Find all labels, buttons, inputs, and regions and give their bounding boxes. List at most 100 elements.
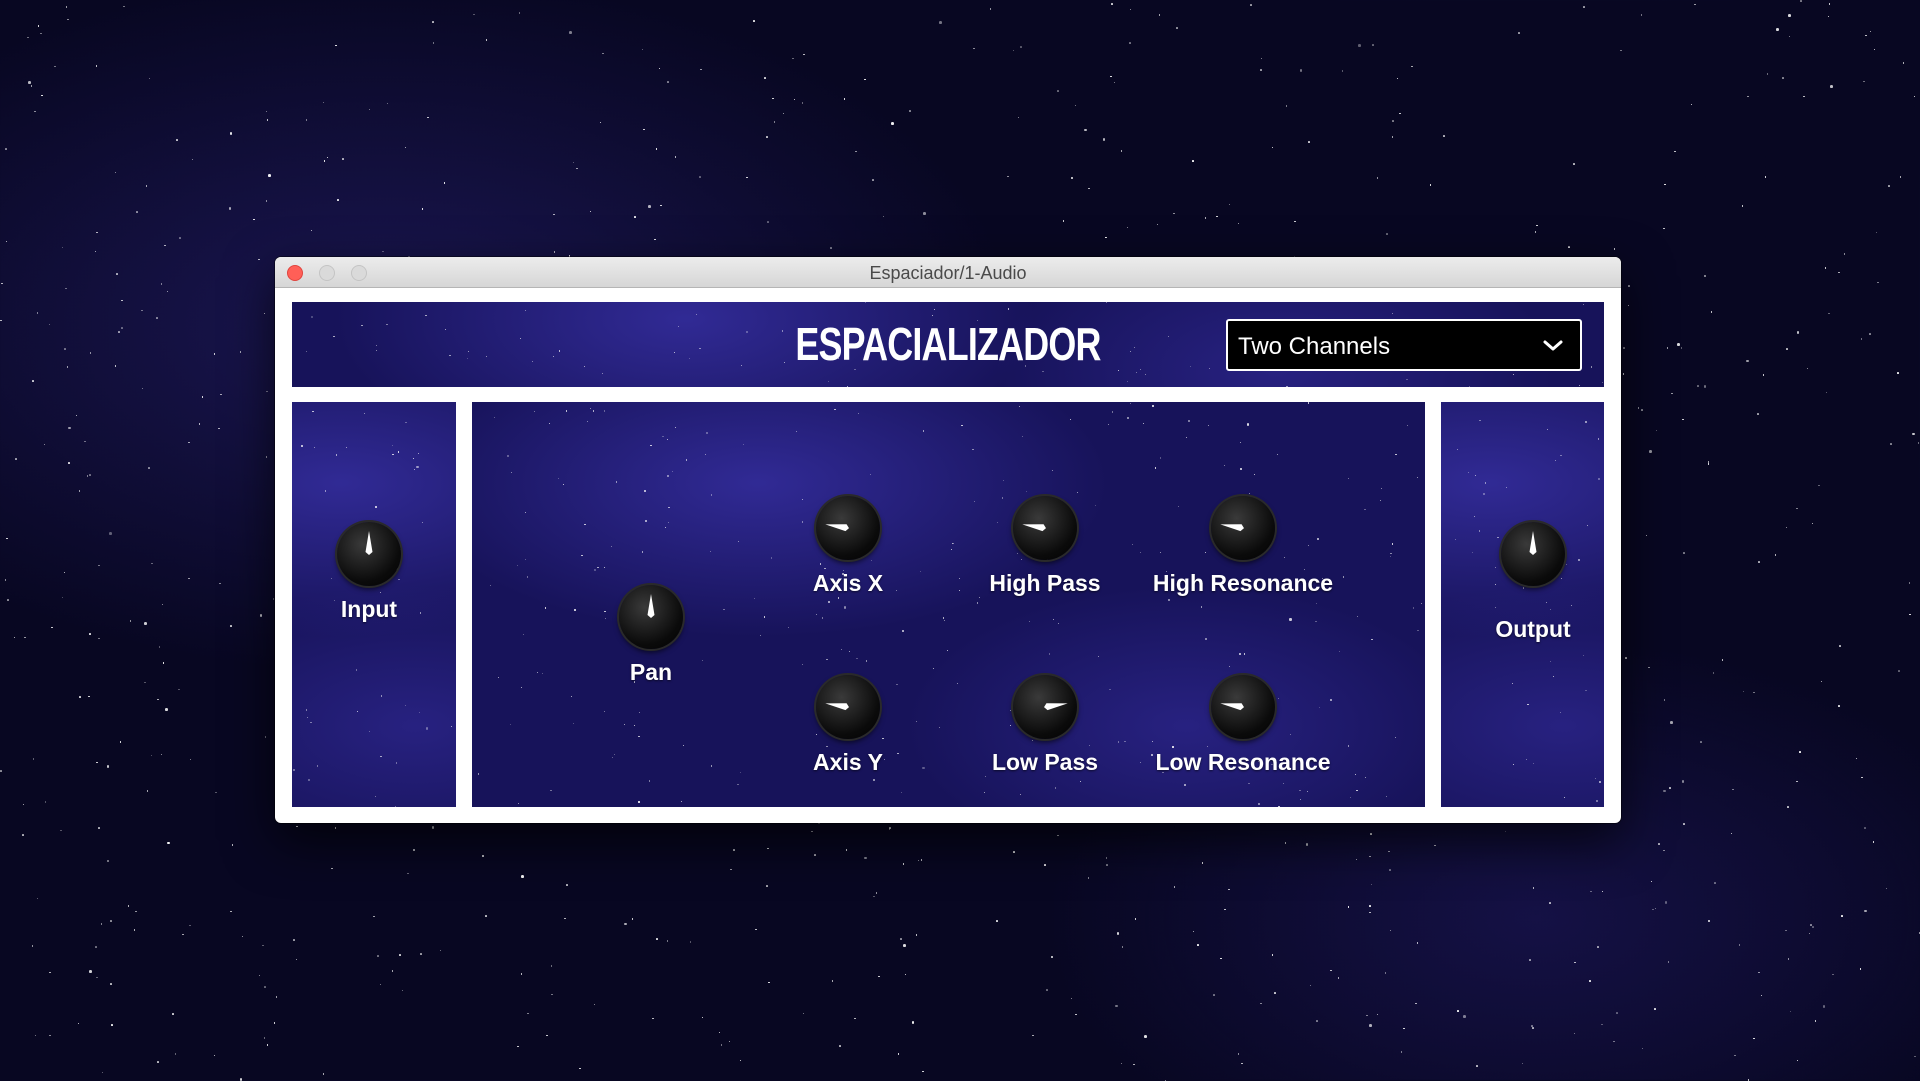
star <box>1057 90 1059 92</box>
star <box>451 726 452 727</box>
star <box>167 291 169 293</box>
star <box>1861 777 1863 779</box>
star <box>634 216 636 218</box>
pan-knob[interactable] <box>619 585 683 649</box>
star <box>1731 833 1733 835</box>
star <box>37 898 39 900</box>
output-knob[interactable] <box>1501 522 1565 586</box>
star <box>134 929 136 931</box>
star <box>1623 347 1625 349</box>
star <box>1356 790 1357 791</box>
star <box>1873 841 1875 843</box>
star <box>157 699 159 701</box>
star <box>973 48 975 50</box>
star <box>1513 764 1514 765</box>
star <box>681 801 682 802</box>
star <box>405 422 406 423</box>
star <box>700 69 702 71</box>
star <box>642 49 644 51</box>
star <box>215 792 217 794</box>
star <box>593 410 594 411</box>
star <box>1648 667 1650 669</box>
star <box>1300 799 1301 800</box>
star <box>1407 425 1408 426</box>
low-resonance-knob[interactable] <box>1211 675 1275 739</box>
star <box>733 849 735 851</box>
star <box>1485 482 1486 483</box>
title-bar[interactable]: Espaciador/1-Audio <box>275 257 1621 288</box>
star <box>376 345 377 346</box>
star <box>1590 891 1592 893</box>
star <box>1155 467 1156 468</box>
star <box>696 314 697 315</box>
input-knob[interactable] <box>337 522 401 586</box>
axis-y-knob[interactable] <box>816 675 880 739</box>
star <box>333 336 334 337</box>
star <box>841 649 842 650</box>
star <box>1057 835 1059 837</box>
star <box>1260 69 1262 71</box>
dropdown-value: Two Channels <box>1238 333 1390 361</box>
star <box>1308 141 1310 143</box>
star <box>1573 163 1575 165</box>
star <box>730 869 732 871</box>
star <box>380 984 382 986</box>
star <box>115 172 117 174</box>
star <box>1864 910 1867 913</box>
star <box>96 232 98 234</box>
star <box>521 973 523 975</box>
star <box>1821 681 1823 683</box>
star <box>1457 449 1458 450</box>
star <box>1641 409 1643 411</box>
star <box>90 352 92 354</box>
star <box>1274 992 1276 994</box>
star <box>1157 224 1159 226</box>
star <box>1475 475 1476 476</box>
star <box>1641 14 1643 16</box>
star <box>571 696 572 697</box>
star <box>1369 912 1371 914</box>
star <box>918 860 920 862</box>
star <box>1176 27 1178 29</box>
high-pass-control: High Pass <box>945 496 1145 597</box>
star <box>1555 460 1556 461</box>
star <box>1886 888 1888 890</box>
axis-x-knob[interactable] <box>816 496 880 560</box>
star <box>121 300 123 302</box>
star <box>420 953 422 955</box>
star <box>587 421 588 422</box>
star <box>753 20 755 22</box>
channel-mode-dropdown[interactable]: Two Channels <box>1226 319 1582 371</box>
star <box>111 1024 113 1026</box>
star <box>872 179 874 181</box>
star <box>537 672 538 673</box>
star <box>597 567 598 568</box>
star <box>1708 463 1710 465</box>
low-pass-knob[interactable] <box>1013 675 1077 739</box>
star <box>1240 442 1241 443</box>
star <box>1890 443 1892 445</box>
star <box>1568 246 1570 248</box>
star <box>1767 73 1769 75</box>
star <box>156 317 158 319</box>
star <box>706 432 708 434</box>
star <box>1136 372 1137 373</box>
star <box>1272 954 1274 956</box>
high-pass-knob[interactable] <box>1013 496 1077 560</box>
high-resonance-knob[interactable] <box>1211 496 1275 560</box>
star <box>766 136 768 138</box>
star <box>87 475 89 477</box>
star <box>188 578 190 580</box>
pan-control: Pan <box>551 585 751 686</box>
star <box>98 565 100 567</box>
star <box>1299 790 1300 791</box>
star <box>602 53 604 55</box>
star <box>1839 645 1841 647</box>
star <box>1392 313 1393 314</box>
star <box>413 458 414 459</box>
star <box>1807 368 1809 370</box>
star <box>668 522 669 523</box>
high-resonance-label: High Resonance <box>1143 570 1343 597</box>
star <box>422 208 424 210</box>
star <box>266 391 268 393</box>
